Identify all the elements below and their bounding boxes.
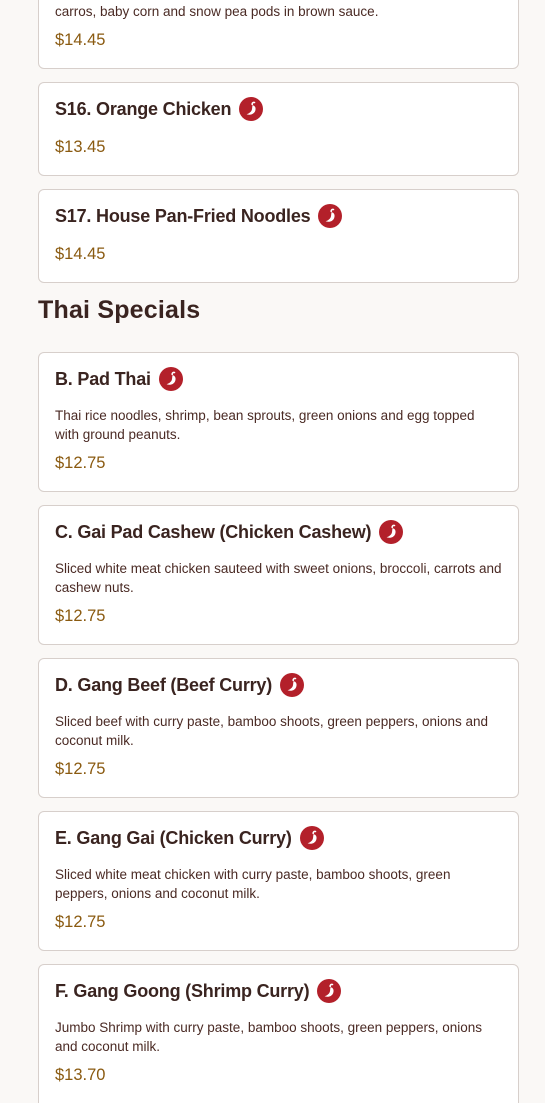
chili-pepper-icon [239, 97, 264, 121]
chili-pepper-icon [318, 204, 343, 228]
chili-pepper-icon [280, 673, 305, 697]
menu-item-title: S16. Orange Chicken [55, 98, 232, 119]
chili-pepper-icon [379, 520, 404, 544]
menu-item-title-row: D. Gang Beef (Beef Curry) [55, 673, 305, 697]
menu-item-card[interactable]: E. Gang Gai (Chicken Curry) Sliced white… [38, 811, 519, 951]
menu-item-price: $12.75 [55, 454, 106, 472]
menu-item-title-row: F. Gang Goong (Shrimp Curry) [55, 979, 342, 1003]
menu-page: carros, baby corn and snow pea pods in b… [0, 0, 545, 1103]
menu-item-title-row: E. Gang Gai (Chicken Curry) [55, 826, 324, 850]
section-heading: Thai Specials [38, 296, 201, 324]
menu-item-price: $12.75 [55, 607, 106, 625]
menu-item-card[interactable]: D. Gang Beef (Beef Curry) Sliced beef wi… [38, 658, 519, 798]
chili-pepper-icon [158, 367, 183, 391]
menu-item-title: B. Pad Thai [55, 368, 151, 389]
menu-item-card[interactable]: B. Pad Thai Thai rice noodles, shrimp, b… [38, 352, 519, 492]
menu-item-price: $12.75 [55, 913, 106, 931]
menu-item-price: $12.75 [55, 760, 106, 778]
menu-item-description: Jumbo Shrimp with curry paste, bamboo sh… [55, 1020, 482, 1054]
menu-item-card[interactable]: C. Gai Pad Cashew (Chicken Cashew) Slice… [38, 505, 519, 645]
menu-item-description: Sliced white meat chicken sauteed with s… [55, 561, 502, 595]
menu-item-title-row: S17. House Pan-Fried Noodles [55, 204, 343, 228]
menu-item-title: S17. House Pan-Fried Noodles [55, 205, 311, 226]
menu-item-title: F. Gang Goong (Shrimp Curry) [55, 980, 310, 1001]
menu-item-price: $14.45 [55, 31, 106, 49]
menu-item-title: E. Gang Gai (Chicken Curry) [55, 827, 292, 848]
menu-item-title-row: S16. Orange Chicken [55, 97, 264, 121]
menu-item-price: $13.70 [55, 1066, 106, 1084]
chili-pepper-icon [299, 826, 324, 850]
menu-item-title-row: C. Gai Pad Cashew (Chicken Cashew) [55, 520, 404, 544]
menu-item-card[interactable]: S17. House Pan-Fried Noodles $14.45 [38, 189, 519, 283]
menu-item-description: Sliced beef with curry paste, bamboo sho… [55, 714, 489, 748]
menu-item-description: Thai rice noodles, shrimp, bean sprouts,… [55, 408, 475, 442]
menu-item-title-row: B. Pad Thai [55, 367, 183, 391]
menu-item-description: carros, baby corn and snow pea pods in b… [55, 4, 379, 19]
menu-item-card[interactable]: F. Gang Goong (Shrimp Curry) Jumbo Shrim… [38, 964, 519, 1103]
menu-item-title: C. Gai Pad Cashew (Chicken Cashew) [55, 521, 372, 542]
menu-item-description: Sliced white meat chicken with curry pas… [55, 867, 451, 901]
chili-pepper-icon [317, 979, 342, 1003]
menu-item-price: $13.45 [55, 138, 106, 156]
menu-item-price: $14.45 [55, 245, 106, 263]
menu-item-card[interactable]: carros, baby corn and snow pea pods in b… [38, 0, 519, 69]
menu-item-title: D. Gang Beef (Beef Curry) [55, 674, 273, 695]
menu-item-card[interactable]: S16. Orange Chicken $13.45 [38, 82, 519, 176]
